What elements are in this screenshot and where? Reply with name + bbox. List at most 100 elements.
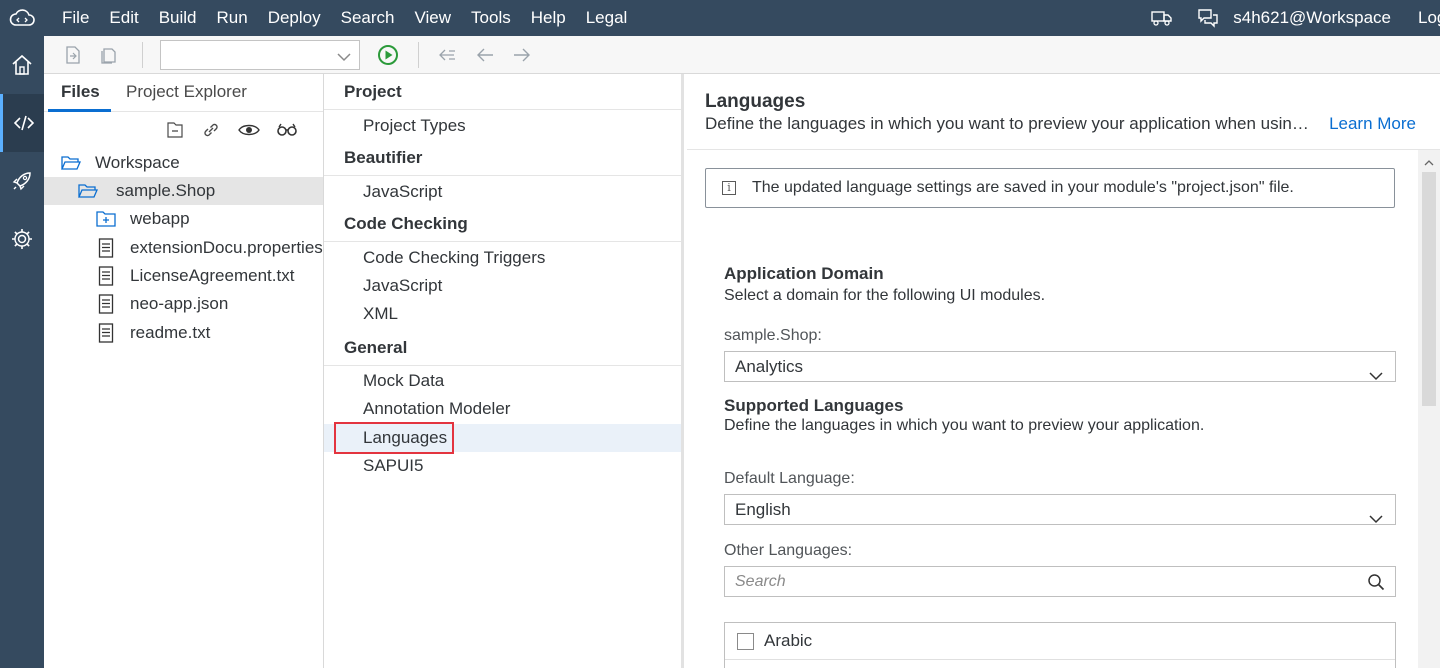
glasses-icon[interactable]: [276, 120, 298, 140]
default-language-label: Default Language:: [724, 470, 855, 487]
tree-item-label: Workspace: [95, 153, 180, 172]
document-icon: [96, 238, 116, 258]
menu-deploy[interactable]: Deploy: [258, 0, 331, 36]
menu-tools[interactable]: Tools: [461, 0, 521, 36]
info-message-strip: i The updated language settings are save…: [705, 168, 1395, 208]
tree-item-licenseagreement[interactable]: LicenseAgreement.txt: [44, 262, 323, 290]
settings-item-code-checking-triggers[interactable]: Code Checking Triggers: [324, 244, 681, 272]
info-icon: i: [722, 181, 736, 195]
page-description: Define the languages in which you want t…: [705, 114, 1317, 133]
files-pane: Files Project Explorer Workspace sample.…: [44, 74, 324, 668]
save-all-icon[interactable]: [98, 44, 120, 66]
settings-item-sapui5[interactable]: SAPUI5: [324, 452, 681, 480]
chevron-down-icon: [1369, 504, 1383, 533]
search-input[interactable]: [725, 567, 1345, 596]
tree-item-label: LicenseAgreement.txt: [130, 266, 295, 285]
activity-bar: [0, 36, 44, 668]
last-edit-icon[interactable]: [436, 44, 458, 66]
collapse-all-icon[interactable]: [164, 120, 186, 140]
chat-icon[interactable]: [1185, 0, 1231, 36]
language-label: Arabic: [764, 631, 813, 650]
learn-more-link[interactable]: Learn More: [1329, 114, 1416, 134]
settings-group-general: General: [324, 330, 681, 366]
document-icon: [96, 323, 116, 343]
supported-languages-description: Define the languages in which you want t…: [724, 417, 1205, 434]
settings-item-mock-data[interactable]: Mock Data: [324, 367, 681, 395]
tree-item-sample-shop[interactable]: sample.Shop: [44, 177, 323, 205]
cloud-logo-icon[interactable]: [0, 0, 44, 36]
domain-select[interactable]: Analytics: [724, 351, 1396, 382]
domain-select-value: Analytics: [735, 357, 804, 376]
tree-item-extensiondocu[interactable]: extensionDocu.properties: [44, 234, 323, 262]
menubar-right: s4h621@Workspace Log: [1139, 0, 1440, 36]
run-icon[interactable]: [377, 44, 399, 66]
new-file-icon[interactable]: [62, 44, 84, 66]
menu-file[interactable]: File: [52, 0, 99, 36]
folder-open-icon: [61, 153, 81, 173]
menu-view[interactable]: View: [405, 0, 462, 36]
tab-files[interactable]: Files: [61, 82, 100, 102]
toolbar-separator: [142, 42, 143, 68]
menu-help[interactable]: Help: [521, 0, 576, 36]
files-toolbar: [44, 112, 323, 147]
code-icon[interactable]: [0, 94, 44, 152]
other-languages-label: Other Languages:: [724, 542, 853, 559]
settings-group-beautifier: Beautifier: [324, 140, 681, 176]
languages-detail-pane: Languages Define the languages in which …: [687, 74, 1440, 668]
language-search[interactable]: [724, 566, 1396, 597]
list-item[interactable]: Arabic: [725, 623, 1395, 660]
delivery-truck-icon[interactable]: [1139, 0, 1185, 36]
tree-item-neo-app[interactable]: neo-app.json: [44, 290, 323, 318]
logout-link[interactable]: Log: [1418, 8, 1440, 28]
scrollbar-thumb[interactable]: [1422, 172, 1436, 406]
chevron-down-icon: [1369, 361, 1383, 390]
detail-header: Languages Define the languages in which …: [687, 74, 1440, 150]
settings-group-project: Project: [324, 74, 681, 110]
settings-item-code-checking-xml[interactable]: XML: [324, 300, 681, 328]
application-domain-title: Application Domain: [724, 264, 884, 283]
settings-item-project-types[interactable]: Project Types: [324, 112, 681, 140]
link-icon[interactable]: [200, 120, 222, 140]
highlight-box: [334, 422, 454, 454]
menu-build[interactable]: Build: [149, 0, 207, 36]
tree-item-workspace[interactable]: Workspace: [44, 149, 323, 177]
page-title: Languages: [705, 91, 806, 112]
tree-item-readme[interactable]: readme.txt: [44, 319, 323, 347]
search-icon[interactable]: [1367, 573, 1385, 596]
menu-bar: File Edit Build Run Deploy Search View T…: [0, 0, 1440, 36]
settings-item-code-checking-javascript[interactable]: JavaScript: [324, 272, 681, 300]
rocket-icon[interactable]: [0, 152, 44, 210]
run-config-select[interactable]: [160, 40, 360, 70]
chevron-down-icon: [337, 49, 351, 67]
default-language-value: English: [735, 500, 791, 519]
tree-item-label: webapp: [130, 209, 190, 228]
menu-run[interactable]: Run: [207, 0, 258, 36]
menu-legal[interactable]: Legal: [576, 0, 638, 36]
tree-item-label: neo-app.json: [130, 294, 229, 313]
toolbar: [44, 36, 1440, 74]
tree-item-webapp[interactable]: webapp: [44, 205, 323, 233]
menu-edit[interactable]: Edit: [99, 0, 148, 36]
forward-arrow-icon[interactable]: [511, 44, 533, 66]
settings-item-annotation-modeler[interactable]: Annotation Modeler: [324, 395, 681, 423]
files-tabs: Files Project Explorer: [44, 74, 323, 112]
show-hidden-icon[interactable]: [238, 120, 260, 140]
settings-list-pane: Project Project Types Beautifier JavaScr…: [324, 74, 684, 668]
tree-item-label: extensionDocu.properties: [130, 238, 323, 257]
default-language-select[interactable]: English: [724, 494, 1396, 525]
language-list: Arabic: [724, 622, 1396, 668]
toolbar-separator: [418, 42, 419, 68]
back-arrow-icon[interactable]: [474, 44, 496, 66]
tree-item-label: readme.txt: [130, 323, 211, 342]
home-icon[interactable]: [0, 36, 44, 94]
settings-item-beautifier-javascript[interactable]: JavaScript: [324, 178, 681, 206]
tab-project-explorer[interactable]: Project Explorer: [126, 82, 247, 102]
vertical-scrollbar[interactable]: [1418, 150, 1440, 668]
gear-icon[interactable]: [0, 210, 44, 268]
checkbox[interactable]: [737, 632, 754, 650]
info-message-text: The updated language settings are saved …: [752, 179, 1294, 196]
user-name[interactable]: s4h621@Workspace: [1233, 8, 1391, 28]
menu-search[interactable]: Search: [331, 0, 405, 36]
supported-languages-title: Supported Languages: [724, 396, 904, 415]
scroll-up-icon[interactable]: [1424, 154, 1434, 172]
